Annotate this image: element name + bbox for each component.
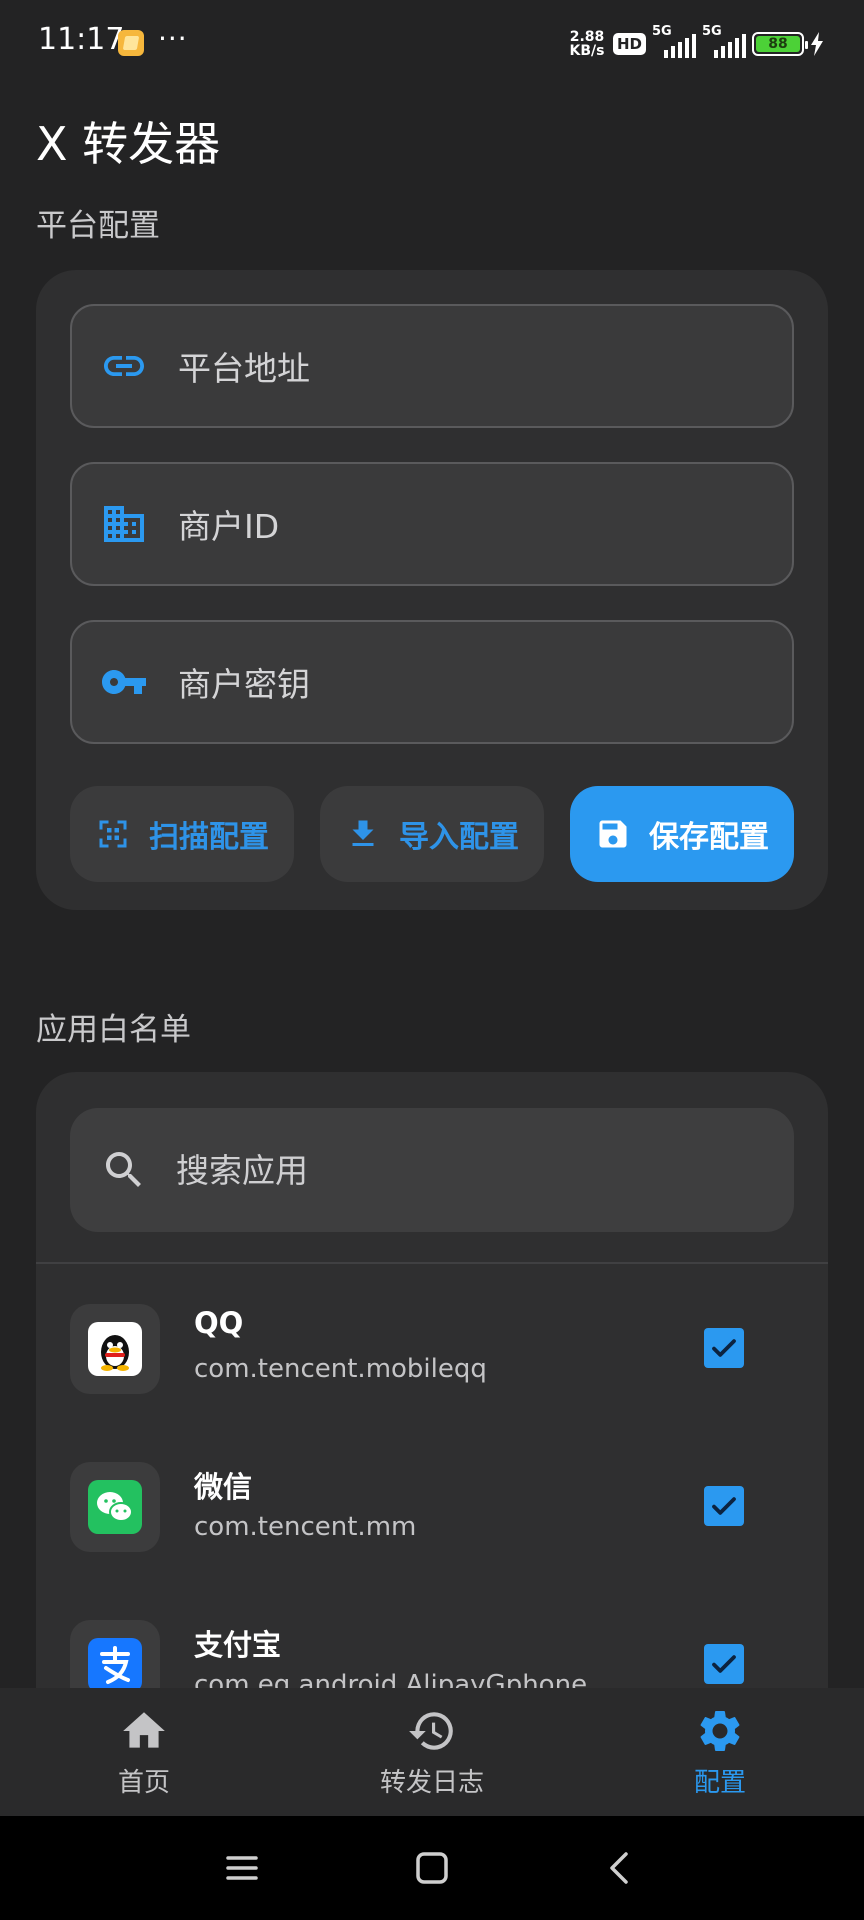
nav-item-logs[interactable]: 转发日志 [332,1706,532,1799]
alipay-icon [70,1620,160,1688]
home-icon [123,1712,165,1748]
nav-item-config[interactable]: 配置 [620,1706,820,1799]
bottom-navigation: 首页 转发日志 配置 [0,1688,864,1816]
search-divider [36,1262,828,1264]
battery-icon: 88 [752,32,808,56]
status-bar: 11:17 ··· 2.88 KB/s HD 5G 5G 88 [0,0,864,86]
menu-icon[interactable] [220,1846,264,1890]
signal-sim2-icon: 5G [702,24,746,58]
signal-sim1-icon: 5G [652,24,696,58]
hd-badge: HD [612,33,646,55]
save-config-button[interactable]: 保存配置 [570,786,794,882]
sim2-network-type: 5G [702,24,722,39]
merchant-id-placeholder: 商户ID [178,507,280,546]
gear-icon [700,1711,740,1751]
import-config-button[interactable]: 导入配置 [320,786,544,882]
merchant-key-field[interactable]: 商户密钥 [70,620,794,744]
more-notifications-icon: ··· [158,22,188,55]
app-name: 支付宝 [194,1628,282,1662]
platform-section-label: 平台配置 [36,208,160,244]
merchant-id-field[interactable]: 商户ID [70,462,794,586]
network-speed-value: 2.88 [569,29,605,45]
battery-level: 88 [756,36,800,52]
scan-config-label: 扫描配置 [149,820,269,855]
network-speed: 2.88 KB/s [567,30,607,58]
network-speed-unit: KB/s [569,43,605,59]
home-square-icon[interactable] [410,1846,454,1890]
charging-icon [811,32,823,56]
download-icon [352,820,374,846]
nav-home-label: 首页 [117,1768,170,1798]
list-item[interactable]: QQ com.tencent.mobileqq [36,1304,828,1462]
qq-icon [70,1304,160,1394]
search-apps-input[interactable] [176,1150,736,1190]
status-time: 11:17 [38,22,125,57]
merchant-key-placeholder: 商户密钥 [178,665,310,704]
app-list: QQ com.tencent.mobileqq 微信 com.tencent.m… [36,1272,828,1688]
search-icon [106,1152,141,1187]
app-package: com.tencent.mm [194,1512,417,1542]
app-checkbox-alipay[interactable] [704,1644,744,1684]
nav-logs-label: 转发日志 [379,1768,484,1798]
app-package: com.tencent.mobileqq [194,1354,487,1384]
back-icon[interactable] [598,1846,642,1890]
key-icon [100,658,148,706]
status-indicators: 2.88 KB/s HD 5G 5G 88 [567,24,824,64]
save-config-label: 保存配置 [649,820,769,855]
whitelist-section-label: 应用白名单 [36,1012,191,1048]
import-config-label: 导入配置 [399,820,519,855]
search-apps-box[interactable] [70,1108,794,1232]
building-icon [100,500,148,548]
link-icon [100,342,148,390]
app-package: com.eg.android.AlipayGphone [194,1670,588,1688]
app-name: QQ [194,1306,244,1340]
check-icon [712,1339,736,1357]
check-icon [712,1497,736,1515]
platform-url-placeholder: 平台地址 [178,349,310,388]
platform-url-field[interactable]: 平台地址 [70,304,794,428]
sim1-network-type: 5G [652,24,672,39]
check-icon [712,1655,736,1673]
platform-config-card: 平台地址 商户ID 商户密钥 扫描配置 导入配置 保存配置 [36,270,828,910]
app-checkbox-wechat[interactable] [704,1486,744,1526]
nav-item-home[interactable]: 首页 [44,1706,244,1799]
scan-config-button[interactable]: 扫描配置 [70,786,294,882]
list-item[interactable]: 微信 com.tencent.mm [36,1462,828,1620]
app-title: X 转发器 [36,117,221,171]
qr-scan-icon [99,820,127,848]
nav-config-label: 配置 [693,1768,746,1798]
app-name: 微信 [194,1470,253,1504]
save-icon [599,820,627,848]
history-icon [409,1712,453,1750]
notification-app-icon [118,30,144,56]
list-item[interactable]: 支付宝 com.eg.android.AlipayGphone [36,1620,828,1688]
app-checkbox-qq[interactable] [704,1328,744,1368]
wechat-icon [70,1462,160,1552]
system-navigation-bar [0,1816,864,1920]
